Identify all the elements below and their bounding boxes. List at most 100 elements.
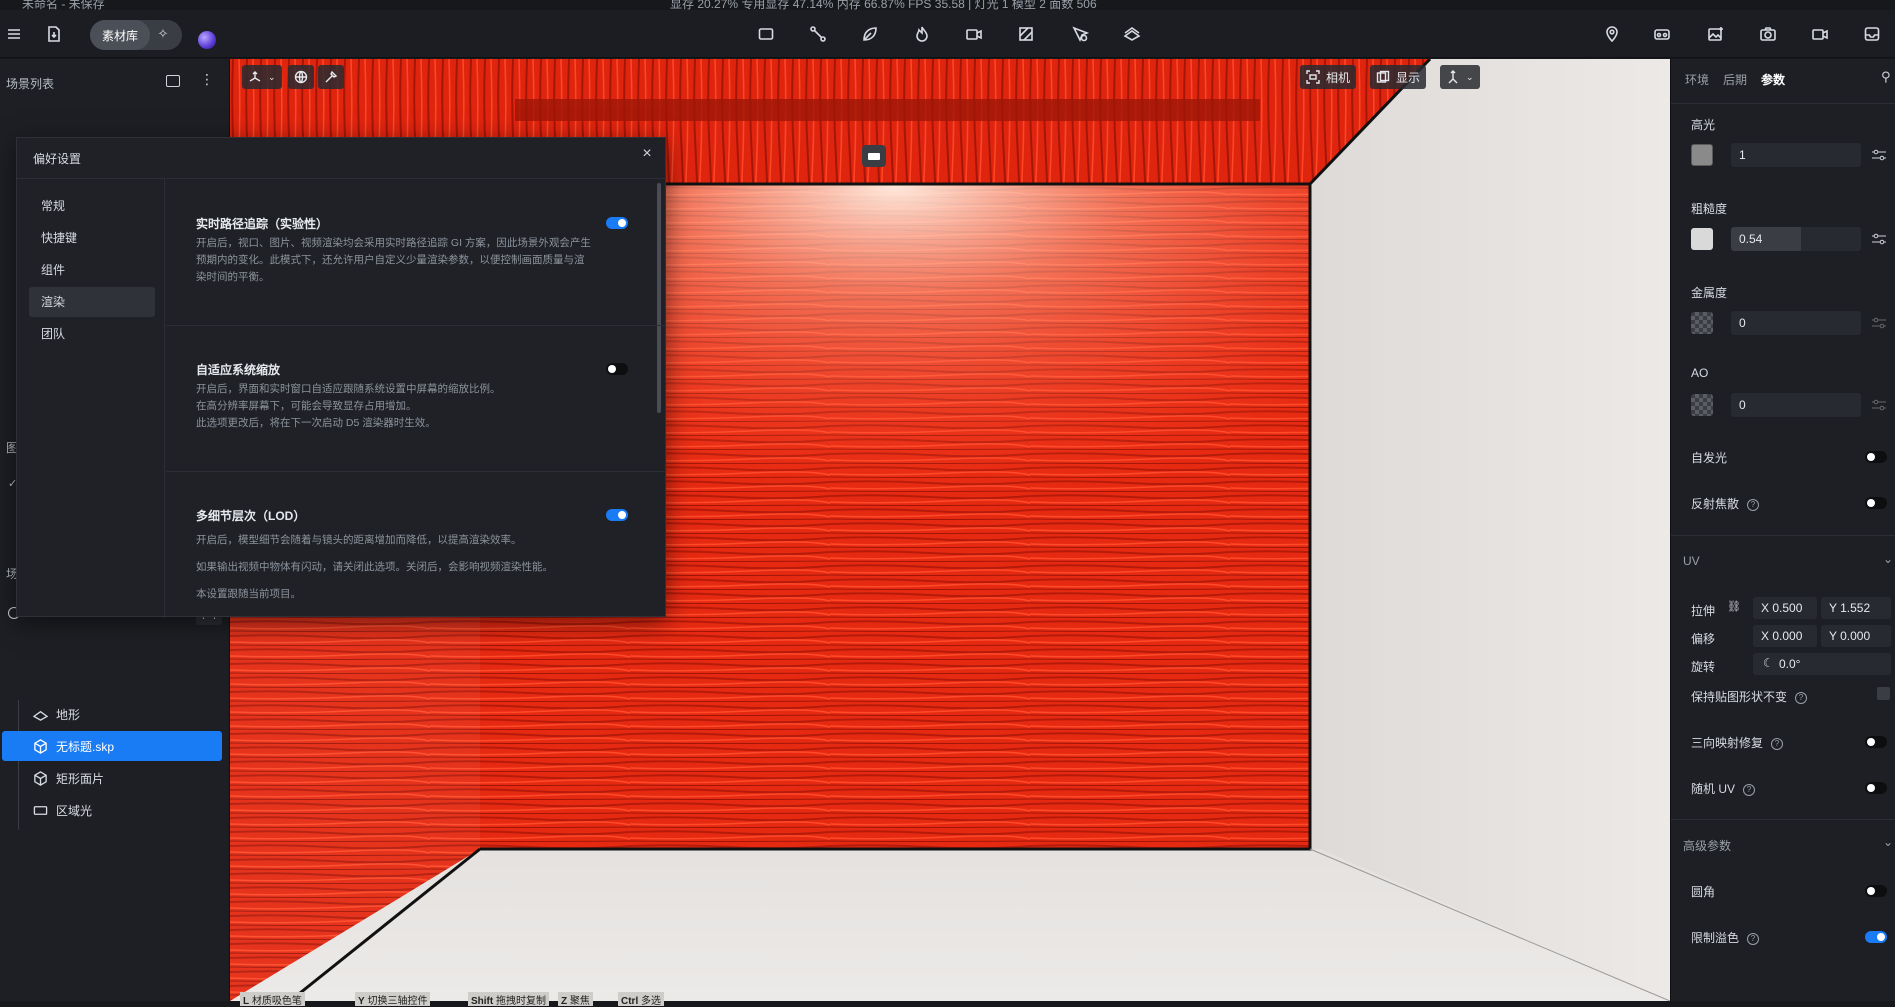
more-options-icon[interactable]: ⋮ bbox=[200, 71, 214, 88]
clamp-bleed-toggle[interactable] bbox=[1865, 931, 1887, 943]
roughness-label: 粗糙度 bbox=[1691, 202, 1728, 216]
eyedropper-icon[interactable] bbox=[318, 65, 344, 89]
perf-stats: 显存 20.27% 专用显存 47.14% 内存 66.87% FPS 35.5… bbox=[670, 0, 1097, 10]
place-tool-icon[interactable] bbox=[1066, 20, 1094, 48]
metallic-input[interactable]: 0 bbox=[1731, 311, 1861, 335]
round-corner-toggle[interactable] bbox=[1865, 885, 1887, 897]
preferences-dialog: 偏好设置 × 常规 快捷键 组件 渲染 团队 实时路径追踪（实验性） 开启后，视… bbox=[16, 137, 666, 618]
menu-icon[interactable] bbox=[0, 20, 28, 48]
leaf-tool-icon[interactable] bbox=[856, 20, 884, 48]
uv-offset-y[interactable]: Y 0.000 bbox=[1821, 625, 1891, 647]
roughness-map-slot[interactable] bbox=[1691, 228, 1713, 250]
display-icon bbox=[1376, 70, 1390, 83]
transform-dropdown[interactable]: ⌄ bbox=[242, 65, 282, 89]
help-icon[interactable]: ? bbox=[1795, 691, 1808, 704]
hint-focus: Z 聚焦 bbox=[558, 992, 593, 1007]
scrollbar[interactable] bbox=[657, 183, 661, 413]
setting-adaptive-scale-title: 自适应系统缩放 bbox=[196, 363, 281, 377]
help-icon[interactable]: ? bbox=[1747, 932, 1760, 945]
fire-tool-icon[interactable] bbox=[908, 20, 936, 48]
vr-icon[interactable] bbox=[1648, 20, 1676, 48]
chevron-down-icon[interactable]: ⌄ bbox=[1883, 552, 1893, 566]
terrain-tool-icon[interactable] bbox=[1118, 20, 1146, 48]
nav-components[interactable]: 组件 bbox=[29, 255, 155, 285]
roughness-input[interactable]: 0.54 bbox=[1731, 227, 1861, 251]
tree-item-model[interactable]: 无标题.skp bbox=[2, 731, 222, 761]
metallic-label: 金属度 bbox=[1691, 286, 1728, 300]
camera-icon[interactable] bbox=[1754, 20, 1782, 48]
adjust-icon[interactable] bbox=[1871, 316, 1887, 330]
inbox-icon[interactable] bbox=[1858, 20, 1886, 48]
help-icon[interactable]: ? bbox=[1743, 783, 1756, 796]
library-button[interactable]: 素材库 bbox=[90, 20, 150, 50]
link-icon[interactable]: ⛓ bbox=[1727, 600, 1741, 613]
specular-input[interactable]: 1 bbox=[1731, 143, 1861, 167]
adjust-icon[interactable] bbox=[1871, 398, 1887, 412]
nav-render[interactable]: 渲染 bbox=[29, 287, 155, 317]
lod-toggle[interactable] bbox=[606, 509, 628, 521]
texture-tool-icon[interactable] bbox=[1012, 20, 1040, 48]
camera-button[interactable]: 相机 bbox=[1300, 65, 1357, 89]
ao-input[interactable]: 0 bbox=[1731, 393, 1861, 417]
file-icon[interactable] bbox=[40, 20, 68, 48]
tree-item-label: 矩形面片 bbox=[56, 771, 105, 786]
emissive-toggle[interactable] bbox=[1865, 451, 1887, 463]
caustics-toggle[interactable] bbox=[1865, 497, 1887, 509]
display-button[interactable]: 显示 bbox=[1370, 65, 1427, 89]
tab-post[interactable]: 后期 bbox=[1723, 71, 1747, 88]
hint-duplicate: Shift 拖拽时复制 bbox=[468, 992, 549, 1007]
triplanar-toggle[interactable] bbox=[1865, 736, 1887, 748]
close-icon[interactable]: × bbox=[639, 146, 655, 162]
nav-general[interactable]: 常规 bbox=[29, 191, 155, 221]
uv-offset-x[interactable]: X 0.000 bbox=[1753, 625, 1817, 647]
path-tracing-toggle[interactable] bbox=[606, 217, 628, 229]
image-edit-icon[interactable] bbox=[1702, 20, 1730, 48]
metallic-map-slot[interactable] bbox=[1691, 312, 1713, 334]
main-toolbar: 素材库 ✧ bbox=[0, 10, 1895, 58]
ao-label: AO bbox=[1691, 366, 1709, 380]
globe-icon[interactable] bbox=[288, 65, 314, 89]
advanced-section-header[interactable]: 高级参数 bbox=[1683, 837, 1731, 854]
adaptive-scale-toggle[interactable] bbox=[606, 363, 628, 375]
nav-shortcuts[interactable]: 快捷键 bbox=[29, 223, 155, 253]
hint-eyedropper: L 材质吸色笔 bbox=[240, 992, 305, 1007]
setting-lod-title: 多细节层次（LOD） bbox=[196, 509, 306, 523]
rect-tool-icon[interactable] bbox=[752, 20, 780, 48]
help-icon[interactable]: ? bbox=[1747, 498, 1760, 511]
gizmo-dropdown[interactable]: ⌄ bbox=[1440, 65, 1480, 89]
keep-shape-checkbox[interactable] bbox=[1877, 687, 1890, 700]
ao-map-slot[interactable] bbox=[1691, 394, 1713, 416]
tree-item-area-light[interactable]: 区域光 bbox=[2, 795, 222, 825]
tree-item-terrain[interactable]: 地形 bbox=[2, 699, 222, 729]
uv-offset-label: 偏移 bbox=[1691, 632, 1716, 646]
pin-icon[interactable] bbox=[1598, 20, 1626, 48]
model-icon bbox=[32, 770, 48, 786]
video-icon[interactable] bbox=[1806, 20, 1834, 48]
chevron-down-icon[interactable]: ⌄ bbox=[1883, 835, 1893, 849]
uv-stretch-x[interactable]: X 0.500 bbox=[1753, 597, 1817, 619]
ai-orb-icon[interactable] bbox=[198, 31, 216, 49]
add-scene-icon[interactable] bbox=[166, 75, 180, 87]
tree-item-label: 区域光 bbox=[56, 803, 93, 818]
preferences-content: 实时路径追踪（实验性） 开启后，视口、图片、视频渲染均会采用实时路径追踪 GI … bbox=[166, 178, 666, 618]
pin-panel-icon[interactable]: ⚲ bbox=[1881, 69, 1891, 85]
uv-stretch-label: 拉伸 bbox=[1691, 604, 1716, 618]
random-uv-toggle[interactable] bbox=[1865, 782, 1887, 794]
emissive-label: 自发光 bbox=[1691, 451, 1728, 465]
adjust-icon[interactable] bbox=[1871, 232, 1887, 246]
setting-lod-desc: 开启后，模型细节会随着与镜头的距离增加而降低，以提高渲染效率。 如果输出视频中物体… bbox=[196, 534, 553, 600]
tree-item-rect-plane[interactable]: 矩形面片 bbox=[2, 763, 222, 793]
area-light-icon bbox=[32, 802, 48, 818]
path-tool-icon[interactable] bbox=[804, 20, 832, 48]
adjust-icon[interactable] bbox=[1871, 148, 1887, 162]
tab-environment[interactable]: 环境 bbox=[1685, 71, 1709, 88]
help-icon[interactable]: ? bbox=[1771, 737, 1784, 750]
tab-params[interactable]: 参数 bbox=[1761, 71, 1785, 88]
video-tool-icon[interactable] bbox=[960, 20, 988, 48]
specular-map-slot[interactable] bbox=[1691, 144, 1713, 166]
library-toggle[interactable]: 素材库 ✧ bbox=[90, 20, 182, 50]
nav-team[interactable]: 团队 bbox=[29, 319, 155, 349]
ai-sparkle-icon[interactable]: ✧ bbox=[154, 26, 172, 44]
uv-stretch-y[interactable]: Y 1.552 bbox=[1821, 597, 1891, 619]
uv-section-header[interactable]: UV bbox=[1683, 554, 1700, 568]
